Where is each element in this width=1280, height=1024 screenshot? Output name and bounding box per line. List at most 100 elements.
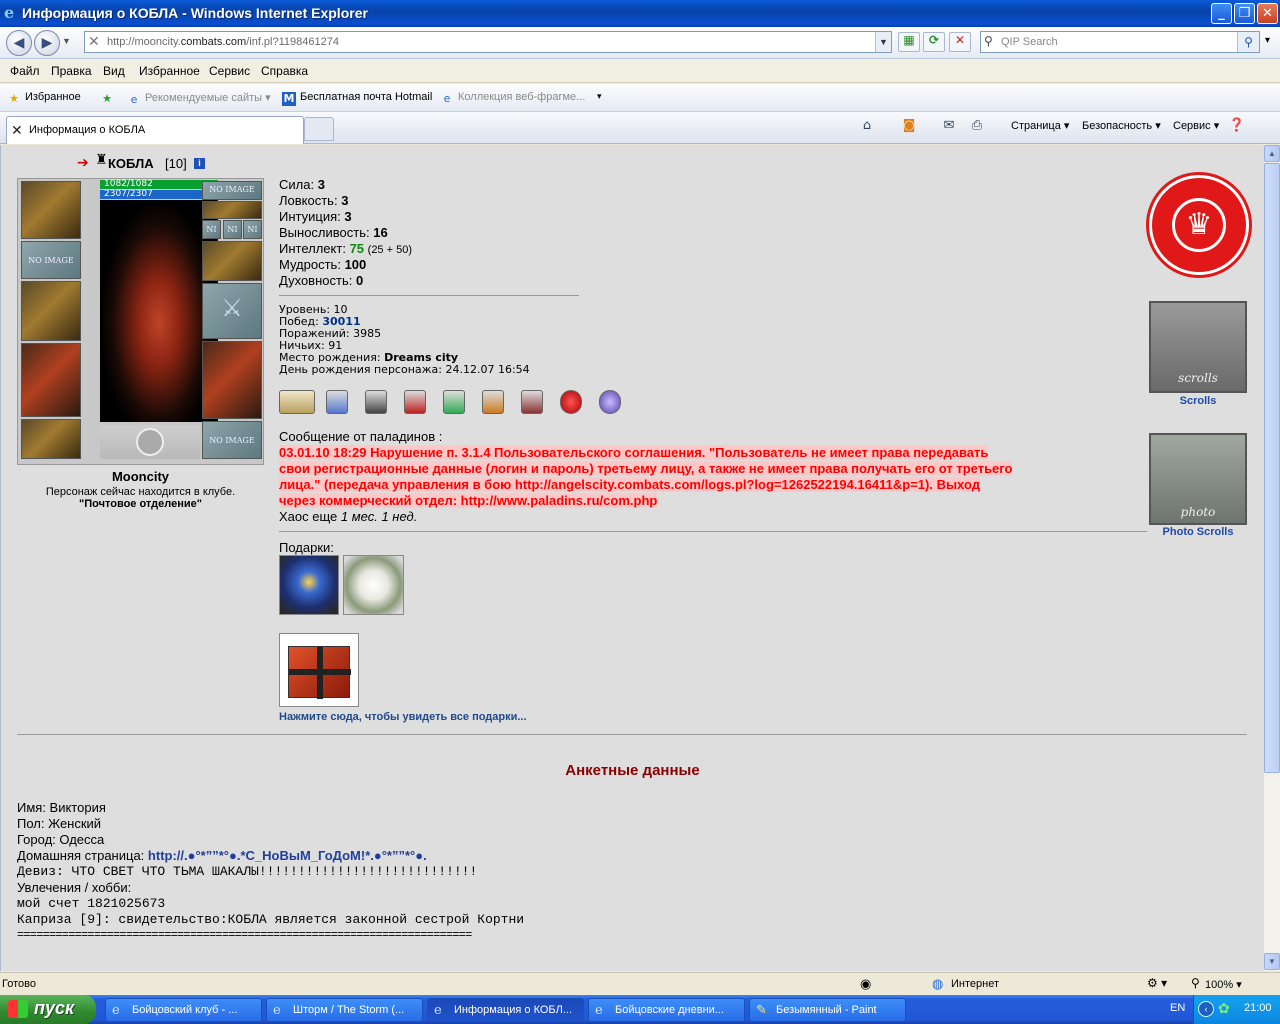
- divider: [279, 295, 579, 296]
- vertical-scrollbar[interactable]: ▲ ▼: [1263, 145, 1280, 971]
- cmd-page[interactable]: Страница ▾: [1011, 119, 1069, 132]
- taskbar-item[interactable]: ✎ Безымянный - Paint: [749, 998, 906, 1022]
- search-field[interactable]: ⚲ QIP Search ⚲: [980, 31, 1260, 53]
- scrolls-emblem[interactable]: scrolls: [1149, 301, 1247, 393]
- info-icon[interactable]: i: [194, 158, 205, 169]
- feeds-icon[interactable]: ◙: [900, 118, 918, 134]
- cmd-tools[interactable]: Сервис ▾: [1173, 119, 1219, 132]
- taskbar-item[interactable]: e Бойцовский клуб - ...: [105, 998, 262, 1022]
- pants-slot[interactable]: [202, 341, 262, 419]
- badge-skull[interactable]: [560, 390, 582, 414]
- minimize-button[interactable]: _: [1211, 3, 1232, 24]
- paladins-message-line: через коммерческий отдел: http://www.pal…: [279, 493, 658, 508]
- gloves-slot[interactable]: [202, 241, 262, 281]
- fav-more-icon[interactable]: ▾: [597, 91, 602, 102]
- search-go-icon[interactable]: ⚲: [1237, 32, 1259, 52]
- taskbar-item[interactable]: e Шторм / The Storm (...: [266, 998, 423, 1022]
- scroll-down-icon[interactable]: ▼: [1264, 953, 1280, 970]
- mana-bar: 2307/2307: [100, 190, 218, 199]
- armor-slot[interactable]: [21, 343, 81, 417]
- ie-icon: e: [434, 1003, 442, 1018]
- mail-icon[interactable]: ✉: [940, 118, 958, 134]
- ring-slot-1[interactable]: NI: [202, 220, 221, 239]
- badge-green[interactable]: [443, 390, 465, 414]
- title-bar: e Информация о КОБЛА - Windows Internet …: [0, 0, 1280, 27]
- refresh-icon[interactable]: ⟳: [923, 32, 945, 52]
- city-name: Mooncity: [111, 469, 170, 484]
- fav-suggested-sites[interactable]: e Рекомендуемые сайты ▾: [127, 91, 271, 107]
- badge-orange[interactable]: [482, 390, 504, 414]
- start-button[interactable]: пуск: [0, 995, 96, 1024]
- scroll-up-icon[interactable]: ▲: [1264, 145, 1280, 162]
- photo-emblem-label: photo: [1180, 505, 1216, 519]
- favorites-button[interactable]: ★ Избранное: [7, 91, 81, 106]
- empty-slot[interactable]: NO IMAGE: [202, 181, 262, 200]
- help-icon[interactable]: ❓: [1228, 118, 1246, 134]
- scroll-thumb[interactable]: [1264, 163, 1280, 773]
- gift-flowers[interactable]: [343, 555, 404, 615]
- new-tab-button[interactable]: [304, 117, 334, 141]
- maximize-button[interactable]: ❐: [1234, 3, 1255, 24]
- search-options-icon[interactable]: ▾: [1265, 35, 1270, 46]
- fav-hotmail[interactable]: M Бесплатная почта Hotmail: [282, 91, 432, 106]
- zoom-level[interactable]: 100% ▾: [1205, 978, 1242, 991]
- all-gifts-link[interactable]: Нажмите сюда, чтобы увидеть все подарки.…: [279, 711, 527, 723]
- ring-slot-3[interactable]: NI: [243, 220, 262, 239]
- gift-box[interactable]: [279, 633, 359, 707]
- belt-slot[interactable]: [21, 419, 81, 459]
- menu-tools[interactable]: Сервис: [209, 64, 250, 78]
- photo-scrolls-emblem[interactable]: photo: [1149, 433, 1247, 525]
- helmet-slot[interactable]: [21, 181, 81, 239]
- menu-bar: Файл Правка Вид Избранное Сервис Справка: [0, 59, 1280, 83]
- fist-emblem-icon: [136, 428, 164, 456]
- tab-active[interactable]: ✕ Информация о КОБЛА: [6, 116, 304, 144]
- stop-icon[interactable]: ✕: [949, 32, 971, 52]
- print-icon[interactable]: ⎙: [968, 118, 986, 134]
- badge-dark[interactable]: [365, 390, 387, 414]
- add-favorite-button[interactable]: ★: [100, 91, 118, 106]
- homepage-link[interactable]: http://.●°*””*°●.*С_НоВыМ_ГоДоМ!*.●°*””*…: [148, 848, 427, 863]
- home-icon[interactable]: ⌂: [858, 118, 876, 134]
- close-button[interactable]: ✕: [1257, 3, 1278, 24]
- badge-maroon[interactable]: [521, 390, 543, 414]
- protected-mode-icon[interactable]: ⚙ ▾: [1147, 976, 1167, 990]
- menu-file[interactable]: Файл: [10, 64, 40, 78]
- profile-homepage: Домашняя страница: http://.●°*””*°●.*С_Н…: [17, 848, 427, 863]
- menu-favorites[interactable]: Избранное: [139, 64, 200, 78]
- forward-button[interactable]: ▶: [34, 30, 60, 56]
- badge-red[interactable]: [404, 390, 426, 414]
- scrolls-link[interactable]: Scrolls: [1149, 395, 1247, 407]
- weapon-slot[interactable]: [21, 281, 81, 341]
- taskbar-item-active[interactable]: e Информация о КОБЛ...: [427, 998, 584, 1022]
- badge-blue[interactable]: [326, 390, 348, 414]
- ring-slot-2[interactable]: NI: [223, 220, 242, 239]
- empty-slot[interactable]: NO IMAGE: [21, 241, 81, 279]
- amulet-slot[interactable]: [202, 201, 262, 219]
- lion-emblem[interactable]: ♛: [1149, 175, 1249, 275]
- empty-slot[interactable]: NO IMAGE: [202, 421, 262, 459]
- privacy-icon[interactable]: ◉: [860, 976, 871, 992]
- address-bar: ◀ ▶ ▼ ✕ http://mooncity.combats.com/inf.…: [0, 27, 1280, 59]
- character-name: КОБЛА: [108, 156, 154, 171]
- language-indicator[interactable]: EN: [1170, 1002, 1185, 1014]
- gift-book[interactable]: [279, 555, 339, 615]
- fav-web-slices[interactable]: e Коллекция веб-фрагме...: [440, 91, 586, 106]
- menu-help[interactable]: Справка: [261, 64, 308, 78]
- qip-icon[interactable]: ✿: [1218, 1000, 1230, 1017]
- wedding-ring-badge[interactable]: [279, 390, 315, 414]
- url-dropdown-icon[interactable]: ▼: [875, 32, 891, 52]
- menu-view[interactable]: Вид: [103, 64, 125, 78]
- taskbar-item[interactable]: e Бойцовские дневни...: [588, 998, 745, 1022]
- page-content: ➔ ♜ КОБЛА [10] i NO IMAGE 1082/1082 2307…: [0, 145, 1263, 971]
- compat-view-icon[interactable]: ▦: [898, 32, 920, 52]
- shield-slot[interactable]: ⚔: [202, 283, 262, 339]
- profile-city: Город: Одесса: [17, 832, 105, 847]
- history-dropdown-icon[interactable]: ▼: [62, 36, 71, 46]
- tray-expand-icon[interactable]: ‹: [1198, 1001, 1214, 1017]
- cmd-safety[interactable]: Безопасность ▾: [1082, 119, 1161, 132]
- badge-magic[interactable]: [599, 390, 621, 414]
- back-button[interactable]: ◀: [6, 30, 32, 56]
- photo-scrolls-link[interactable]: Photo Scrolls: [1149, 526, 1247, 538]
- menu-edit[interactable]: Правка: [51, 64, 92, 78]
- url-field[interactable]: ✕ http://mooncity.combats.com/inf.pl?119…: [84, 31, 892, 53]
